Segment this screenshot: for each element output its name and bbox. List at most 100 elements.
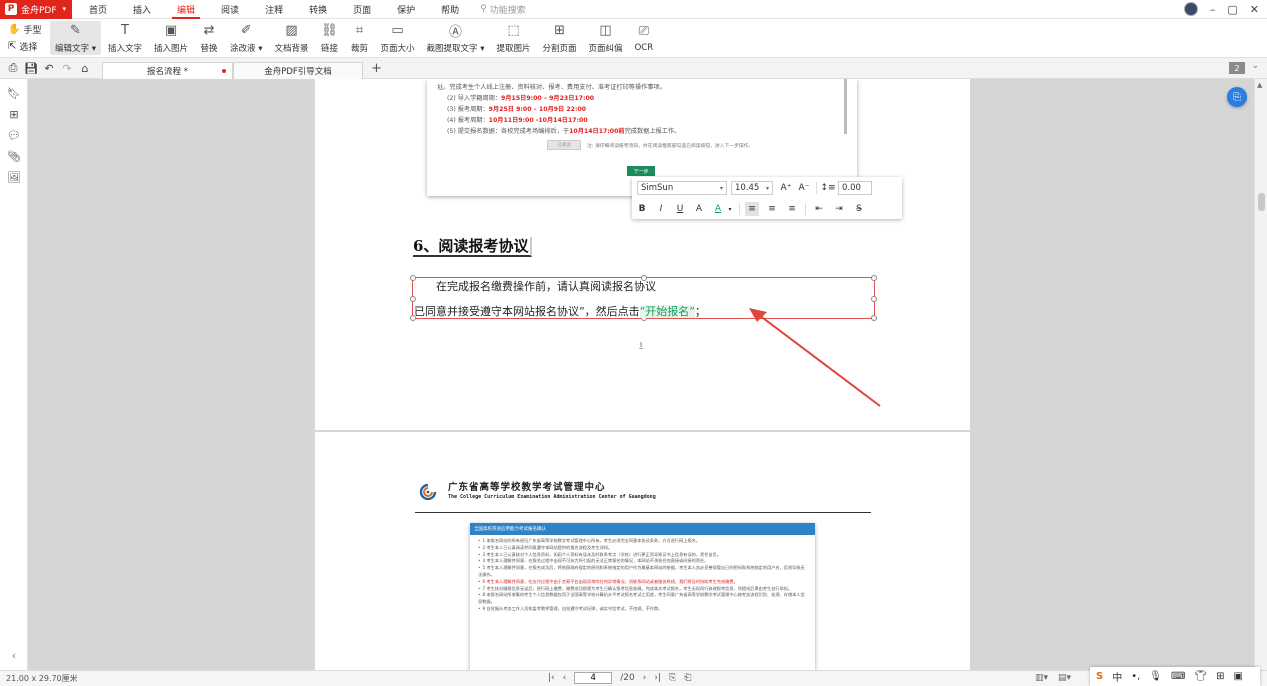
microphone-icon[interactable]: 🎙︎ xyxy=(1149,671,1162,682)
paragraph-line-1[interactable]: 在完成报名缴费操作前，请认真阅读报名协议 xyxy=(436,278,656,294)
last-page-icon[interactable]: ›| xyxy=(654,673,661,683)
crop-button[interactable]: ⌗ 裁剪 xyxy=(346,19,374,57)
bookmark-icon[interactable]: 🔖︎ xyxy=(0,83,28,104)
grid-icon[interactable]: ⊞ xyxy=(1216,671,1224,682)
page-count-badge[interactable]: 2 xyxy=(1229,62,1245,74)
insert-image-button[interactable]: ▣ 插入图片 xyxy=(149,19,193,57)
maximize-icon[interactable]: ▢ xyxy=(1227,3,1237,16)
print-icon[interactable]: ⎙ xyxy=(4,61,22,75)
menu-item[interactable]: 编辑 xyxy=(164,0,208,19)
font-family-select[interactable]: SimSun ▾ xyxy=(637,181,727,195)
attachment-icon[interactable]: 📎︎ xyxy=(0,146,28,167)
comments-icon[interactable]: 💬︎ xyxy=(0,125,28,146)
punctuation-icon[interactable]: •, xyxy=(1131,671,1140,682)
align-center-icon[interactable]: ≡ xyxy=(765,202,779,216)
link-button[interactable]: ⛓ 链接 xyxy=(316,19,344,57)
bold-icon[interactable]: B xyxy=(635,202,649,216)
scroll-up-icon[interactable]: ▲ xyxy=(1257,81,1262,89)
document-background-button[interactable]: ▨ 文档背景 xyxy=(270,19,314,57)
hand-mode-button[interactable]: ✋ 手型 xyxy=(8,23,46,36)
add-tab-icon[interactable]: + xyxy=(371,61,382,76)
vertical-scrollbar[interactable]: ▲ xyxy=(1254,79,1267,670)
close-icon[interactable]: ✕ xyxy=(1250,3,1259,16)
correction-fluid-button[interactable]: ✐ 涂改液 ▾ xyxy=(225,19,267,57)
tab-report-process[interactable]: 报名流程 * xyxy=(102,61,233,79)
edit-text-button[interactable]: ✎ 编辑文字 ▾ xyxy=(50,21,101,55)
app-menu-button[interactable]: P 金舟PDF ▾ xyxy=(0,0,72,19)
skin-icon[interactable]: 👕︎ xyxy=(1194,671,1207,682)
deskew-button[interactable]: ◫ 页面纠偏 xyxy=(584,19,628,57)
select-mode-button[interactable]: ⇱ 选择 xyxy=(8,40,46,53)
menu-item[interactable]: 转换 xyxy=(296,0,340,19)
first-page-icon[interactable]: |‹ xyxy=(548,673,555,683)
view-mode-icon[interactable]: ▥▾ xyxy=(1035,673,1048,683)
outdent-icon[interactable]: ⇤ xyxy=(812,202,826,216)
align-right-icon[interactable]: ≡ xyxy=(785,202,799,216)
underline-icon[interactable]: U xyxy=(673,202,687,216)
ribbon-toolbar: ✋ 手型 ⇱ 选择 ✎ 编辑文字 ▾ T 插入文字 ▣ 插入图片 ⇄ 替换 ✐ 涂改液 ▾ ▨ 文档背… xyxy=(0,19,1267,58)
bullet-icon: • xyxy=(478,585,481,591)
split-page-button[interactable]: ⊞ 分割页面 xyxy=(538,19,582,57)
keyboard-icon[interactable]: ⌨ xyxy=(1171,671,1185,682)
align-left-icon[interactable]: ≡ xyxy=(745,202,759,216)
resize-handle[interactable] xyxy=(871,296,877,302)
screenshot-read-button: 已阅读 xyxy=(547,140,581,150)
screenshot-ocr-button[interactable]: Ⓐ 截图提取文字 ▾ xyxy=(422,19,490,57)
replace-button[interactable]: ⇄ 替换 xyxy=(195,19,223,57)
section-heading[interactable]: 6、阅读报考协议 xyxy=(413,237,533,257)
layout-mode-icon[interactable]: ▤▾ xyxy=(1058,673,1071,683)
correction-fluid-icon: ✐ xyxy=(240,23,252,38)
ocr-button[interactable]: ⎚ OCR xyxy=(630,19,659,57)
resize-handle[interactable] xyxy=(871,275,877,281)
avatar[interactable] xyxy=(1183,2,1198,16)
resize-handle[interactable] xyxy=(410,275,416,281)
increase-font-icon[interactable]: A⁺ xyxy=(779,181,793,195)
redo-icon[interactable]: ↷ xyxy=(58,62,76,75)
page-size-button[interactable]: ▭ 页面大小 xyxy=(376,19,420,57)
feature-search[interactable]: ⚲ 功能搜索 xyxy=(472,3,526,16)
font-family-value: SimSun xyxy=(641,183,674,193)
strikethrough-icon[interactable]: S̶ xyxy=(852,202,866,216)
ime-language[interactable]: 中 xyxy=(1112,669,1122,684)
menu-item[interactable]: 帮助 xyxy=(428,0,472,19)
menu-item[interactable]: 首页 xyxy=(76,0,120,19)
resize-handle[interactable] xyxy=(410,296,416,302)
rotate-icon[interactable]: ⎘ xyxy=(669,673,676,683)
image-icon[interactable]: 🖼︎ xyxy=(0,167,28,188)
thumbnails-icon[interactable]: ⊞ xyxy=(0,104,28,125)
line-spacing-input[interactable]: 0.00 xyxy=(838,181,872,195)
view-controls: ▥▾ ▤▾ xyxy=(1035,673,1071,683)
indent-icon[interactable]: ⇥ xyxy=(832,202,846,216)
agreement-item-text: 4 考生本人理解并同意，在报名过程中出现不可抗力所引起的无法正常报名的情况，本网… xyxy=(482,558,709,564)
font-size-select[interactable]: 10.45 ▾ xyxy=(731,181,773,195)
menu-item[interactable]: 页面 xyxy=(340,0,384,19)
extract-image-button[interactable]: ⬚ 提取图片 xyxy=(492,19,536,57)
text-style-icon[interactable]: A xyxy=(692,202,706,216)
org-subtitle: The College Curriculum Examination Admin… xyxy=(448,494,656,500)
minimize-icon[interactable]: – xyxy=(1210,3,1216,16)
menu-item[interactable]: 阅读 xyxy=(208,0,252,19)
chevron-down-icon[interactable]: ⌄ xyxy=(1251,61,1259,71)
undo-icon[interactable]: ↶ xyxy=(40,62,58,75)
decrease-font-icon[interactable]: A⁻ xyxy=(797,181,811,195)
home-icon[interactable]: ⌂ xyxy=(76,62,94,75)
menu-item[interactable]: 保护 xyxy=(384,0,428,19)
menu-item[interactable]: 插入 xyxy=(120,0,164,19)
chevron-down-icon[interactable]: ▾ xyxy=(723,202,737,216)
collapse-sidebar-icon[interactable]: ‹ xyxy=(0,649,28,662)
current-page-input[interactable] xyxy=(574,672,613,684)
floating-action-button[interactable]: ⎘ xyxy=(1227,87,1247,107)
next-page-icon[interactable]: › xyxy=(643,673,647,683)
fit-page-icon[interactable]: ⎗ xyxy=(684,673,691,683)
document-view[interactable]: 址。完成考生个人线上注册、资料核对、报考、费用支付、准考证打印等操作事项。 (2)… xyxy=(28,79,1254,670)
paragraph-line-2[interactable]: 已同意并接受遵守本网站报名协议”，然后点击“开始报名”； xyxy=(414,303,706,319)
tab-guide-document[interactable]: 金舟PDF引导文档 xyxy=(233,61,363,79)
save-icon[interactable]: 💾︎ xyxy=(22,62,40,75)
italic-icon[interactable]: I xyxy=(654,202,668,216)
prev-page-icon[interactable]: ‹ xyxy=(563,673,567,683)
toolbox-icon[interactable]: ▣ xyxy=(1234,671,1243,682)
insert-text-button[interactable]: T 插入文字 xyxy=(103,19,147,57)
menu-item[interactable]: 注释 xyxy=(252,0,296,19)
scrollbar-thumb[interactable] xyxy=(1258,193,1265,211)
agreement-item-text: 1 本报名网站的所有权归广东省高等学校教学考试管理中心所有。考生必须完全同意本协… xyxy=(482,538,701,543)
